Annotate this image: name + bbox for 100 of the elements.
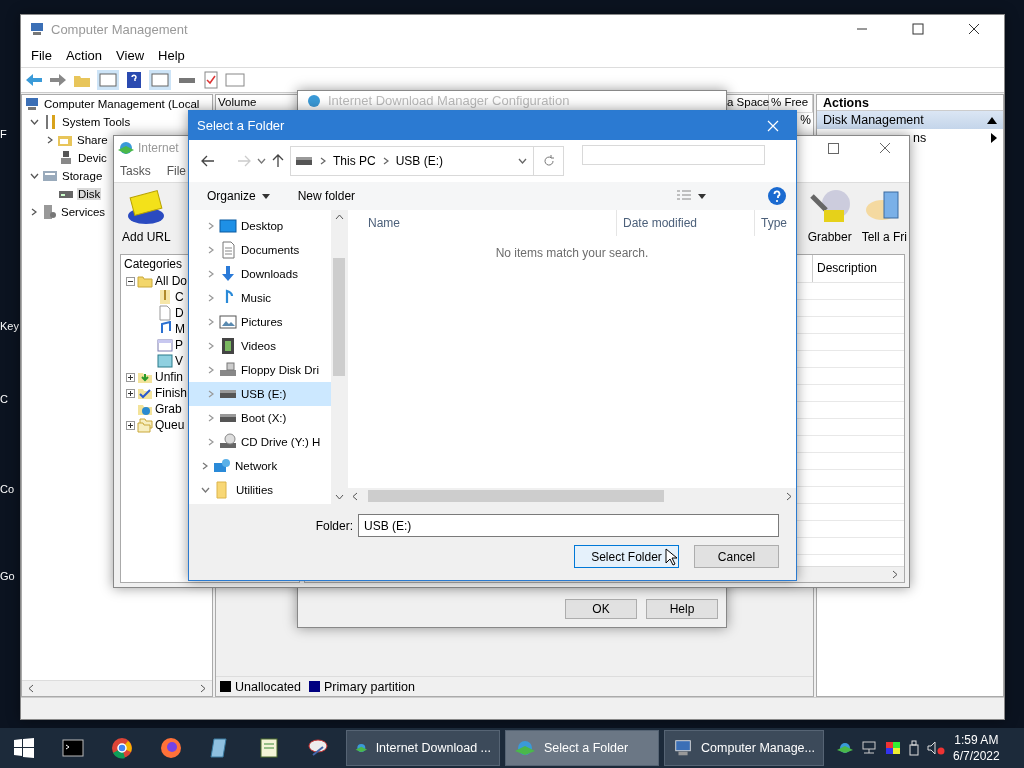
dialog-button[interactable]: Select Folder xyxy=(574,545,679,568)
help-icon[interactable] xyxy=(768,187,786,205)
toolbar-button[interactable]: Tell a Fri xyxy=(859,186,909,244)
category-item[interactable]: M xyxy=(175,322,185,336)
category-item[interactable]: C xyxy=(175,290,184,304)
back-arrow-icon[interactable] xyxy=(201,155,215,167)
usb-drive-icon[interactable] xyxy=(909,740,919,756)
chevron-down-icon[interactable] xyxy=(30,118,39,126)
menu-item[interactable]: Tasks xyxy=(120,164,151,178)
scroll-right-icon[interactable] xyxy=(786,491,792,501)
nav-item[interactable]: Pictures xyxy=(189,310,331,334)
nav-item[interactable]: Network xyxy=(189,454,331,478)
taskbar-window-button[interactable]: Computer Manage... xyxy=(664,730,824,766)
chevron-right-icon[interactable] xyxy=(319,157,327,165)
column-header[interactable]: Type xyxy=(754,210,788,236)
menu-item[interactable]: Help xyxy=(158,47,185,63)
desktop-icon-label[interactable]: Go xyxy=(0,570,15,582)
category-item[interactable]: Queu xyxy=(155,418,185,432)
dialog-button[interactable]: Cancel xyxy=(694,545,779,568)
chevron-down-icon[interactable] xyxy=(518,157,527,165)
toolbar-button[interactable]: Add URL xyxy=(120,186,173,244)
tree-item[interactable]: Devic xyxy=(77,152,108,164)
expand-box-icon[interactable] xyxy=(126,420,135,430)
expand-box-icon[interactable] xyxy=(126,388,135,398)
column-header[interactable]: Date modified xyxy=(616,210,754,236)
column-header[interactable]: Name xyxy=(348,210,616,236)
scroll-right-icon[interactable] xyxy=(892,570,898,579)
desktop-icon-label[interactable]: C xyxy=(0,393,8,405)
chevron-down-icon[interactable] xyxy=(257,157,266,165)
chevron-right-icon[interactable] xyxy=(201,462,209,470)
forward-arrow-icon[interactable] xyxy=(49,72,67,88)
chevron-right-icon[interactable] xyxy=(30,208,38,216)
color-display-icon[interactable] xyxy=(885,741,901,755)
menu-item[interactable]: View xyxy=(116,47,145,63)
nav-item[interactable]: Boot (X:) xyxy=(189,406,331,430)
up-arrow-icon[interactable] xyxy=(272,154,284,168)
category-item[interactable]: D xyxy=(175,306,184,320)
expand-box-icon[interactable] xyxy=(126,372,135,382)
tree-item[interactable]: Storage xyxy=(61,170,104,182)
dialog-button[interactable]: OK xyxy=(565,599,637,619)
nav-item[interactable]: Documents xyxy=(189,238,331,262)
breadcrumb-item[interactable]: This PC xyxy=(333,154,376,168)
tree-item[interactable]: Share xyxy=(76,134,109,146)
view-options-button[interactable] xyxy=(676,190,706,202)
scroll-up-icon[interactable] xyxy=(334,214,344,220)
category-item[interactable]: All Do xyxy=(155,274,187,288)
maximize-icon[interactable] xyxy=(828,142,839,154)
taskbar-window-button[interactable]: Select a Folder xyxy=(505,730,659,766)
collapse-box-icon[interactable] xyxy=(126,276,135,286)
close-icon[interactable] xyxy=(968,23,980,35)
desktop-icon-label[interactable]: Key xyxy=(0,320,19,332)
clock[interactable]: 1:59 AM 6/7/2022 xyxy=(953,732,1000,764)
category-item[interactable]: Unfin xyxy=(155,370,183,384)
speaker-muted-icon[interactable] xyxy=(927,741,945,755)
column-header[interactable]: Description xyxy=(812,255,904,282)
close-icon[interactable] xyxy=(879,142,891,154)
desktop-icon-label[interactable]: F xyxy=(0,128,7,140)
nav-item[interactable]: Utilities xyxy=(189,478,331,502)
scroll-down-icon[interactable] xyxy=(334,494,344,500)
scroll-right-icon[interactable] xyxy=(200,684,206,693)
toolbar-button[interactable]: Grabber xyxy=(805,186,854,244)
category-item[interactable]: V xyxy=(175,354,183,368)
checklist-icon[interactable] xyxy=(203,71,219,89)
nav-item[interactable]: CD Drive (Y:) H xyxy=(189,430,331,454)
scroll-left-icon[interactable] xyxy=(352,491,358,501)
scrollbar-thumb[interactable] xyxy=(368,490,664,502)
nav-item[interactable]: Downloads xyxy=(189,262,331,286)
chevron-down-icon[interactable] xyxy=(30,172,39,180)
dialog-button[interactable]: Help xyxy=(646,599,718,619)
new-folder-button[interactable]: New folder xyxy=(297,189,356,203)
nav-item[interactable]: Floppy Disk Dri xyxy=(189,358,331,382)
help-icon[interactable] xyxy=(125,71,143,89)
tree-item[interactable]: Disk xyxy=(77,188,102,200)
nav-item[interactable]: USB (E:) xyxy=(189,382,331,406)
desktop-icon-label[interactable]: Co xyxy=(0,483,15,495)
pane-section-header[interactable]: Disk Management xyxy=(817,111,1003,129)
category-item[interactable]: Finish xyxy=(155,386,187,400)
menu-item[interactable]: File xyxy=(166,164,187,178)
chevron-down-icon[interactable] xyxy=(201,486,210,494)
category-item[interactable]: P xyxy=(175,338,183,352)
category-item[interactable]: Grab xyxy=(155,402,182,416)
maximize-icon[interactable] xyxy=(912,23,924,35)
address-bar[interactable]: This PC USB (E:) xyxy=(290,146,564,176)
collapse-triangle-icon[interactable] xyxy=(987,116,997,124)
network-icon[interactable] xyxy=(861,741,877,755)
tree-item[interactable]: Computer Management (Local xyxy=(43,98,201,110)
search-field[interactable] xyxy=(582,145,765,165)
tree-item[interactable]: Services xyxy=(60,206,107,218)
taskbar-window-button[interactable]: Internet Download ... xyxy=(346,730,500,766)
submenu-triangle-icon[interactable] xyxy=(991,133,997,143)
nav-item[interactable]: Desktop xyxy=(189,214,331,238)
chevron-right-icon[interactable] xyxy=(46,136,54,144)
nav-item[interactable]: Videos xyxy=(189,334,331,358)
chevron-right-icon[interactable] xyxy=(381,157,390,165)
menu-item[interactable]: File xyxy=(31,47,52,63)
scrollbar-thumb[interactable] xyxy=(333,258,345,376)
scroll-left-icon[interactable] xyxy=(28,684,34,693)
organize-button[interactable]: Organize xyxy=(207,189,270,203)
folder-field[interactable]: USB (E:) xyxy=(358,514,779,537)
tree-item[interactable]: System Tools xyxy=(61,116,132,128)
